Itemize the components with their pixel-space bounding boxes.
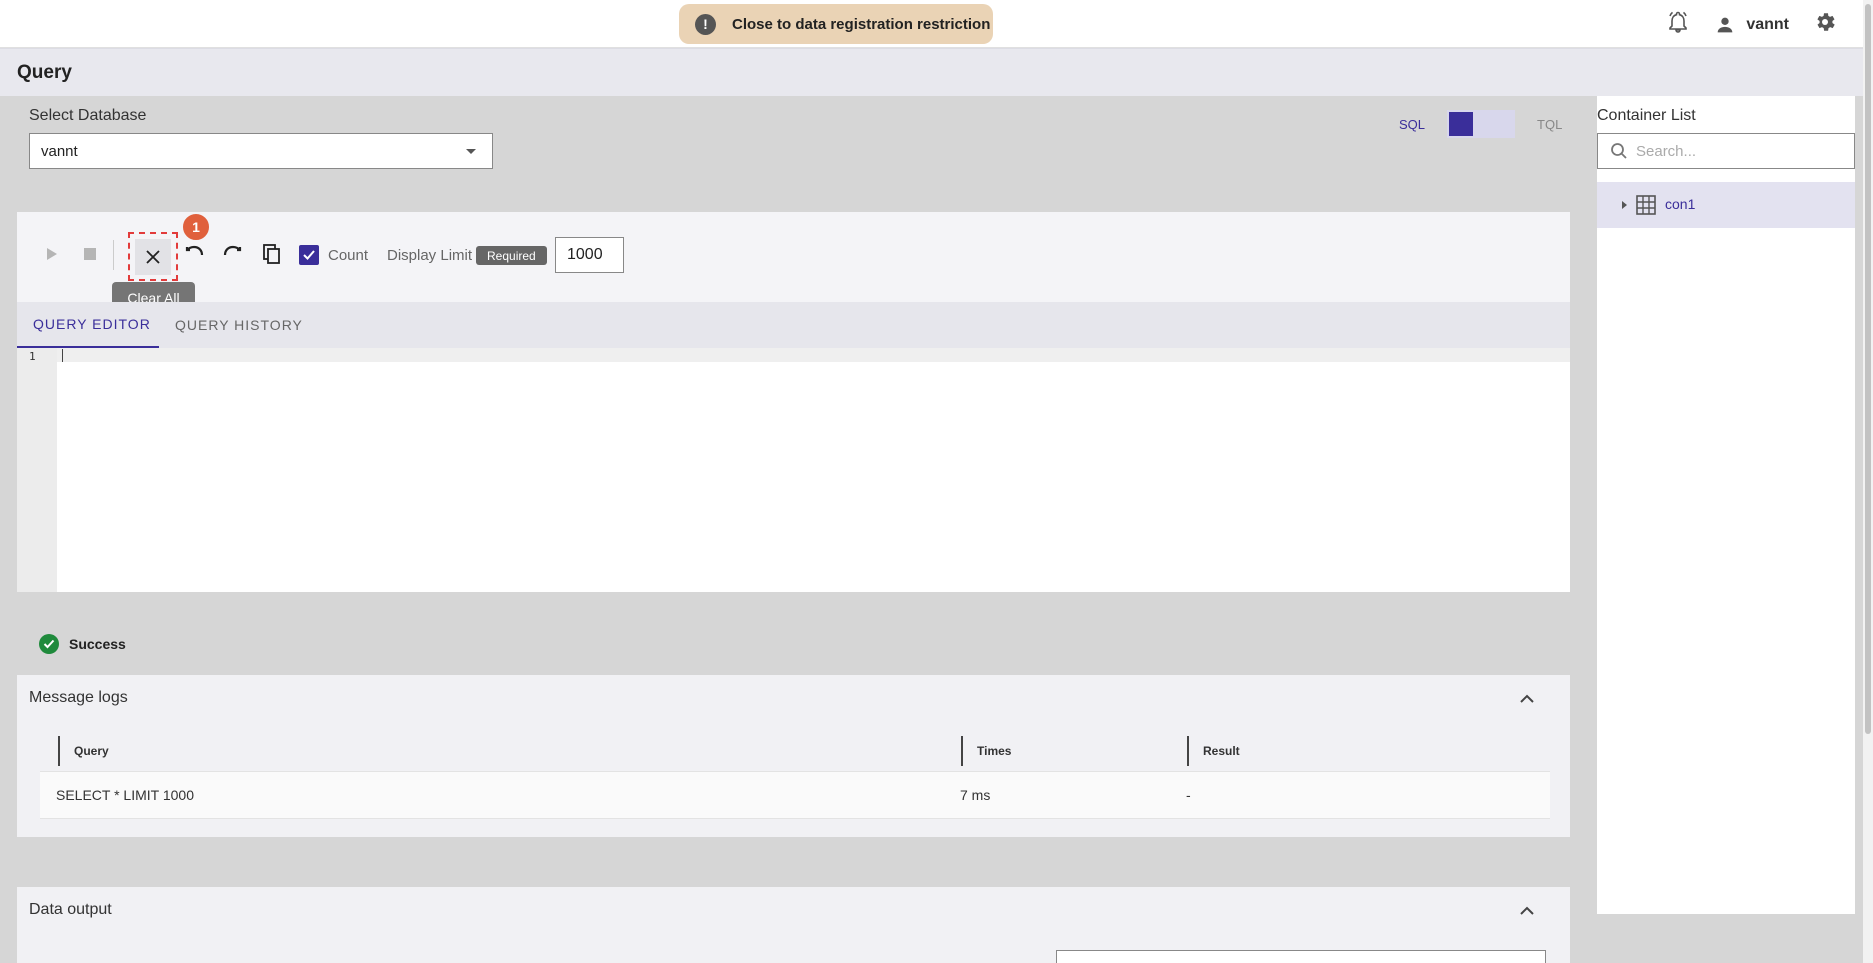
text-cursor (62, 349, 63, 362)
tql-mode-label[interactable]: TQL (1537, 117, 1562, 132)
copy-icon[interactable] (258, 240, 286, 268)
collapse-chevron-up-icon[interactable] (1520, 903, 1534, 921)
page-header: Query (0, 48, 1863, 96)
select-database-label: Select Database (29, 107, 147, 124)
collapse-chevron-up-icon[interactable] (1520, 691, 1534, 709)
table-row: SELECT * LIMIT 1000 7 ms - (40, 771, 1550, 819)
mode-switch[interactable] (1447, 110, 1516, 138)
data-output-title: Data output (29, 901, 112, 918)
query-mode-toggle: SQL TQL (1399, 110, 1562, 138)
user-icon (1717, 17, 1733, 32)
query-status: Success (39, 634, 126, 654)
database-select-value: vannt (41, 142, 78, 160)
search-icon (1611, 143, 1627, 159)
container-list-panel: Container List Search... con1 (1597, 96, 1855, 914)
check-circle-icon (39, 634, 59, 654)
undo-icon[interactable] (180, 240, 208, 268)
page-scrollbar[interactable] (1863, 0, 1873, 963)
database-select[interactable]: vannt (29, 133, 493, 169)
display-limit-input[interactable]: 1000 (555, 237, 624, 273)
close-icon (146, 249, 160, 264)
code-editor[interactable]: 1 (17, 348, 1570, 592)
count-checkbox[interactable] (299, 245, 319, 265)
notification-bell-icon[interactable] (1666, 10, 1690, 39)
sql-mode-label[interactable]: SQL (1399, 117, 1425, 132)
message-logs-title: Message logs (29, 689, 128, 706)
query-editor-card: 1 Count Display Limit Required 1000 Clea… (17, 212, 1570, 592)
container-list-title: Container List (1597, 107, 1696, 124)
clear-all-button[interactable] (128, 232, 178, 281)
required-badge: Required (476, 246, 547, 265)
run-icon[interactable] (39, 242, 63, 266)
warning-text: Close to data registration restriction (732, 15, 991, 33)
username: vannt (1746, 15, 1789, 33)
toolbar-divider (113, 240, 114, 270)
cell-query: SELECT * LIMIT 1000 (56, 787, 194, 803)
cell-times: 7 ms (960, 787, 991, 803)
check-icon (303, 250, 315, 260)
column-header-query: Query (58, 736, 963, 766)
column-header-result: Result (1187, 736, 1550, 766)
container-item-label: con1 (1665, 196, 1696, 212)
settings-gear-icon[interactable] (1813, 10, 1837, 39)
top-bar: ! Close to data registration restriction… (0, 0, 1873, 48)
table-grid-icon (1636, 195, 1656, 220)
message-logs-panel: Message logs Query Times Result SELECT *… (17, 675, 1570, 837)
container-search-placeholder: Search... (1636, 142, 1697, 160)
editor-tabs: QUERY EDITOR QUERY HISTORY (17, 302, 1570, 348)
tab-query-history[interactable]: QUERY HISTORY (175, 302, 315, 348)
display-limit-label: Display Limit (387, 247, 473, 264)
line-number: 1 (29, 350, 36, 363)
page-title: Query (17, 62, 72, 83)
tab-query-editor[interactable]: QUERY EDITOR (17, 302, 159, 348)
redo-icon[interactable] (219, 240, 247, 268)
user-menu[interactable]: vannt (1714, 14, 1789, 36)
status-text: Success (69, 636, 126, 652)
count-label: Count (328, 247, 369, 264)
stop-icon[interactable] (78, 242, 102, 266)
column-header-times: Times (961, 736, 1186, 766)
cell-result: - (1186, 787, 1191, 803)
chevron-down-icon (466, 149, 476, 154)
expand-arrow-icon[interactable] (1622, 201, 1627, 209)
active-line-highlight (57, 348, 1570, 362)
warning-icon: ! (695, 13, 716, 35)
registration-warning-banner: ! Close to data registration restriction (679, 4, 993, 44)
editor-toolbar: 1 Count Display Limit Required 1000 Clea… (17, 212, 1570, 314)
data-output-search-input[interactable] (1056, 950, 1546, 963)
step-badge: 1 (181, 212, 211, 242)
line-gutter: 1 (17, 348, 57, 592)
container-search-input[interactable]: Search... (1597, 133, 1855, 169)
container-item-con1[interactable]: con1 (1597, 182, 1855, 228)
